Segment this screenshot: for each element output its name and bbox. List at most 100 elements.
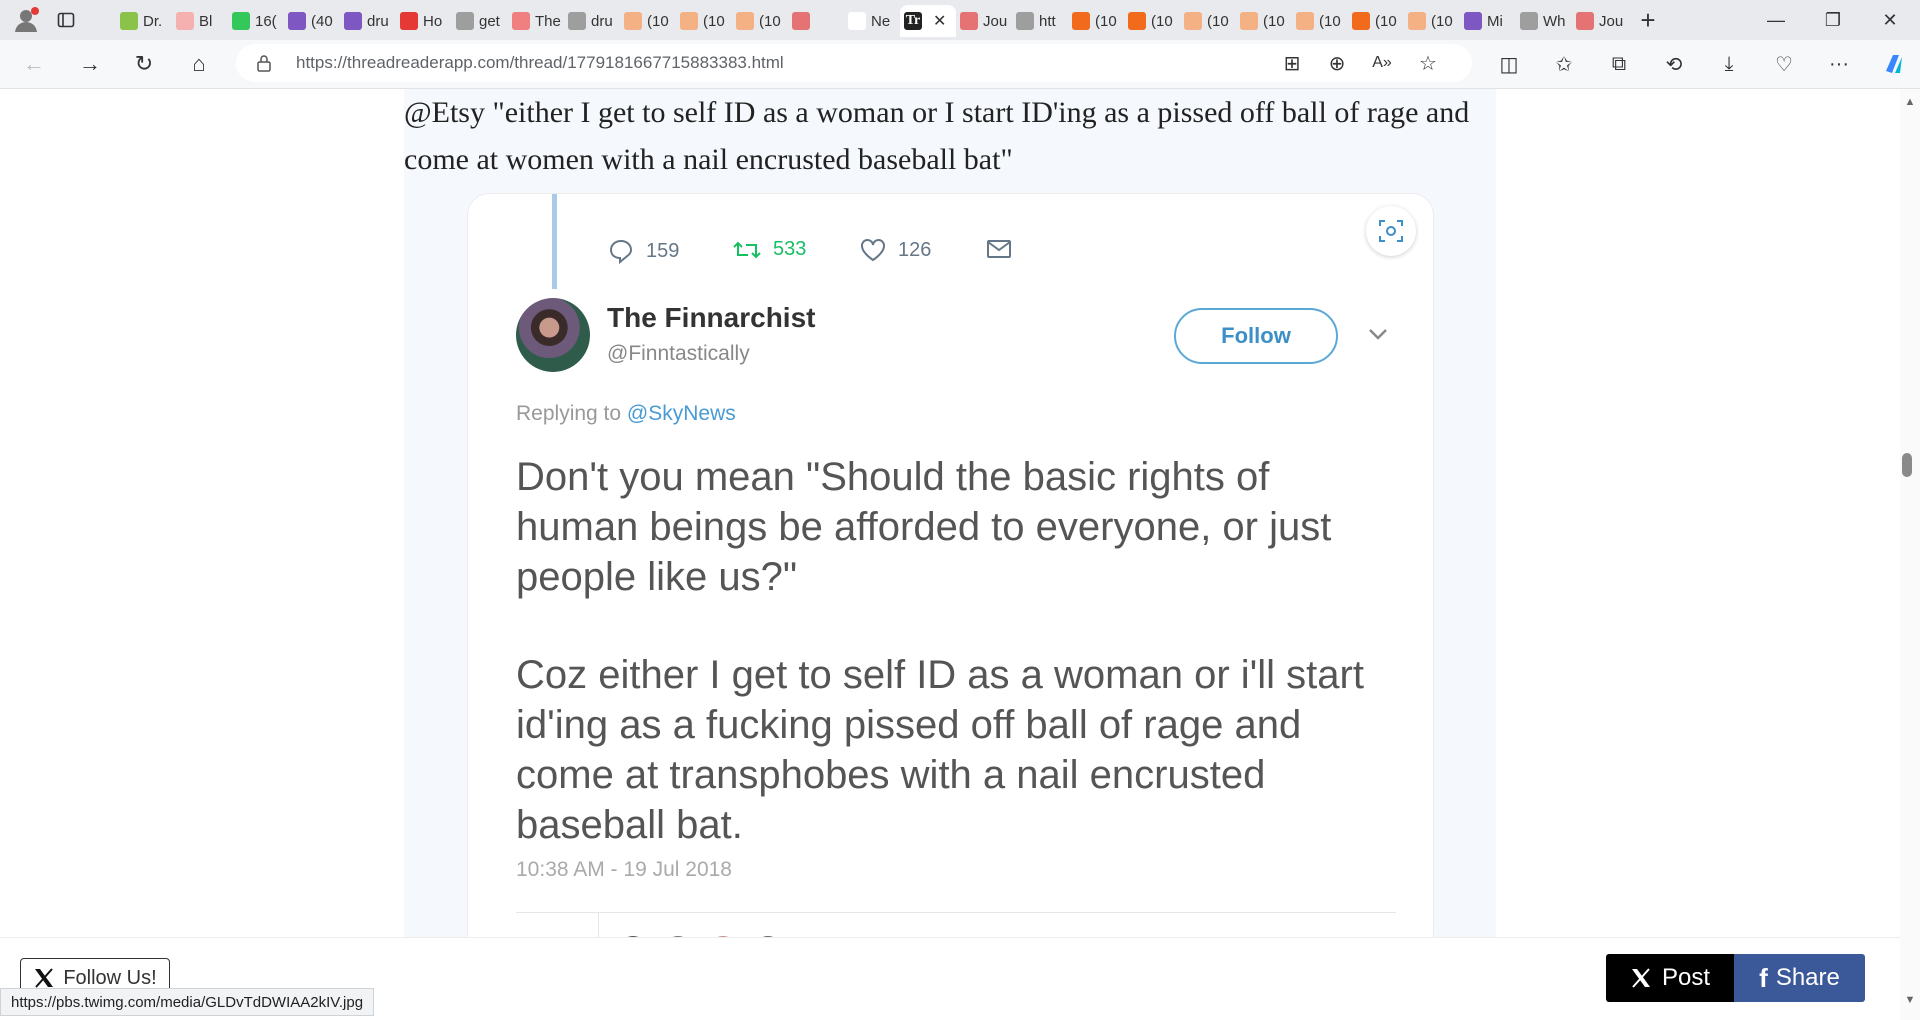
tab-after-2[interactable]: (10: [1068, 5, 1124, 37]
bookmark-icon: [1240, 12, 1258, 30]
tab-before-10[interactable]: (10: [676, 5, 732, 37]
bookmark-icon: [1408, 12, 1426, 30]
share-label: Share: [1775, 964, 1840, 991]
forward-icon[interactable]: →: [74, 48, 106, 80]
profile-avatar-icon[interactable]: [6, 4, 46, 36]
camera-scan-icon: [1379, 220, 1403, 242]
tab-strip: Dr. Bl 16((40 dru Ho get The dru (10 (10 (10 Ne Tr …: [0, 0, 1920, 40]
restore-icon[interactable]: ❐: [1805, 0, 1861, 40]
close-window-icon[interactable]: ✕: [1862, 0, 1918, 40]
page-content: @Etsy "either I get to self ID as a woma…: [0, 89, 1900, 937]
tab-label: Wh: [1543, 12, 1566, 30]
favorite-star-icon[interactable]: ☆: [1412, 47, 1444, 79]
facebook-icon: f: [1759, 962, 1768, 993]
app-available-icon[interactable]: ⊞: [1276, 47, 1308, 79]
screenshot-capture-button[interactable]: [1366, 206, 1416, 256]
tweet-body-paragraph-1: Don't you mean "Should the basic rights …: [516, 455, 1332, 599]
performance-icon[interactable]: ♡: [1768, 48, 1800, 80]
share-facebook-button[interactable]: f Share: [1734, 954, 1865, 1002]
post-label: Post: [1661, 964, 1711, 991]
tab-after-5[interactable]: (10: [1236, 5, 1292, 37]
tab-after-3[interactable]: (10: [1124, 5, 1180, 37]
tab-before-3[interactable]: (40: [284, 5, 340, 37]
tab-after-6[interactable]: (10: [1292, 5, 1348, 37]
tab-before-9[interactable]: (10: [620, 5, 676, 37]
tab-label: (10: [647, 12, 669, 30]
tab-label: (10: [1151, 12, 1173, 30]
zoom-icon[interactable]: ⊕: [1321, 47, 1353, 79]
tab-actions-icon[interactable]: [46, 4, 86, 36]
tab-after-8[interactable]: (10: [1404, 5, 1460, 37]
status-bar-link: https://pbs.twimg.com/media/GLDvTdDWIAA2…: [0, 988, 375, 1016]
divider-vertical: [598, 912, 599, 937]
scrollbar-thumb[interactable]: [1902, 453, 1912, 477]
tweet-body-paragraph-2: Coz either I get to self ID as a woman o…: [516, 653, 1364, 847]
threadreader-icon: Tr: [904, 12, 922, 30]
history-icon[interactable]: ⟲: [1658, 48, 1690, 80]
tab-after-1[interactable]: htt: [1012, 5, 1068, 37]
tab-before-5[interactable]: Ho: [396, 5, 452, 37]
tab-after-7[interactable]: (10: [1348, 5, 1404, 37]
tab-before-1[interactable]: Bl: [172, 5, 228, 37]
r-icon: [792, 12, 810, 30]
close-tab-icon[interactable]: ✕: [933, 11, 946, 31]
tab-after-10[interactable]: Wh: [1516, 5, 1572, 37]
play-icon: [120, 12, 138, 30]
collections-icon[interactable]: ⧉: [1603, 48, 1635, 80]
bookmark-icon: [624, 12, 642, 30]
tab-label: Jou: [1599, 12, 1624, 30]
read-aloud-icon[interactable]: A»: [1366, 47, 1398, 79]
scroll-up-icon[interactable]: ▲: [1900, 94, 1920, 110]
dm-action: [986, 238, 1024, 260]
tab-label: (10: [1095, 12, 1117, 30]
tab-label: 16(: [255, 12, 277, 30]
retweet-count: 533: [733, 238, 806, 261]
scrollbar[interactable]: [1900, 89, 1920, 1020]
pin-icon: [400, 12, 418, 30]
ds-icon: [512, 12, 530, 30]
copilot-icon[interactable]: [1878, 48, 1910, 80]
tab-before-11[interactable]: (10: [732, 5, 788, 37]
like-count: 126: [860, 238, 931, 262]
replying-prefix: Replying to: [516, 402, 627, 425]
more-menu-icon[interactable]: ···: [1823, 48, 1855, 80]
tab-before-4[interactable]: dru: [340, 5, 396, 37]
home-icon[interactable]: ⌂: [183, 48, 215, 80]
tab-label: (10: [1263, 12, 1285, 30]
new-tab-button[interactable]: +: [1628, 4, 1668, 36]
scroll-down-icon[interactable]: ▼: [1900, 992, 1920, 1008]
reply-count-label: 159: [646, 239, 680, 262]
tab-before-0[interactable]: Dr.: [116, 5, 172, 37]
tab-label: Mi: [1487, 12, 1503, 30]
tab-before-12[interactable]: [788, 5, 844, 37]
tab-before-6[interactable]: get: [452, 5, 508, 37]
split-screen-icon[interactable]: ◫: [1493, 48, 1525, 80]
embedded-tweet-image[interactable]: 159 533 126 The Finnarchist @Finntastica…: [467, 193, 1434, 937]
downloads-icon[interactable]: ⤓: [1713, 48, 1745, 80]
tab-after-11[interactable]: Jou: [1572, 5, 1628, 37]
back-icon[interactable]: ←: [18, 48, 50, 80]
tab-before-8[interactable]: dru: [564, 5, 620, 37]
tab-before-13[interactable]: Ne: [844, 5, 900, 37]
tab-before-2[interactable]: 16(: [228, 5, 284, 37]
tab-after-0[interactable]: Jou: [956, 5, 1012, 37]
tab-after-4[interactable]: (10: [1180, 5, 1236, 37]
tab-before-7[interactable]: The: [508, 5, 564, 37]
post-to-x-button[interactable]: Post: [1606, 954, 1734, 1002]
minimize-icon[interactable]: —: [1748, 0, 1804, 40]
url-text[interactable]: https://threadreaderapp.com/thread/17791…: [296, 53, 784, 73]
favorites-icon[interactable]: ✩: [1548, 48, 1580, 80]
search-icon: [456, 12, 474, 30]
tab-after-9[interactable]: Mi: [1460, 5, 1516, 37]
g-icon: [232, 12, 250, 30]
bookmark-icon: [1128, 12, 1146, 30]
retweet-count-label: 533: [773, 238, 807, 260]
address-bar[interactable]: https://threadreaderapp.com/thread/17791…: [236, 44, 1472, 82]
tab-active[interactable]: Tr ✕: [900, 5, 956, 37]
refresh-icon[interactable]: ↻: [128, 48, 160, 80]
address-toolbar: ← → ↻ ⌂ https://threadreaderapp.com/thre…: [0, 40, 1920, 89]
reply-count: 159: [608, 238, 679, 264]
lock-icon[interactable]: [256, 54, 272, 72]
bookmark-icon: [1352, 12, 1370, 30]
file-icon: [568, 12, 586, 30]
